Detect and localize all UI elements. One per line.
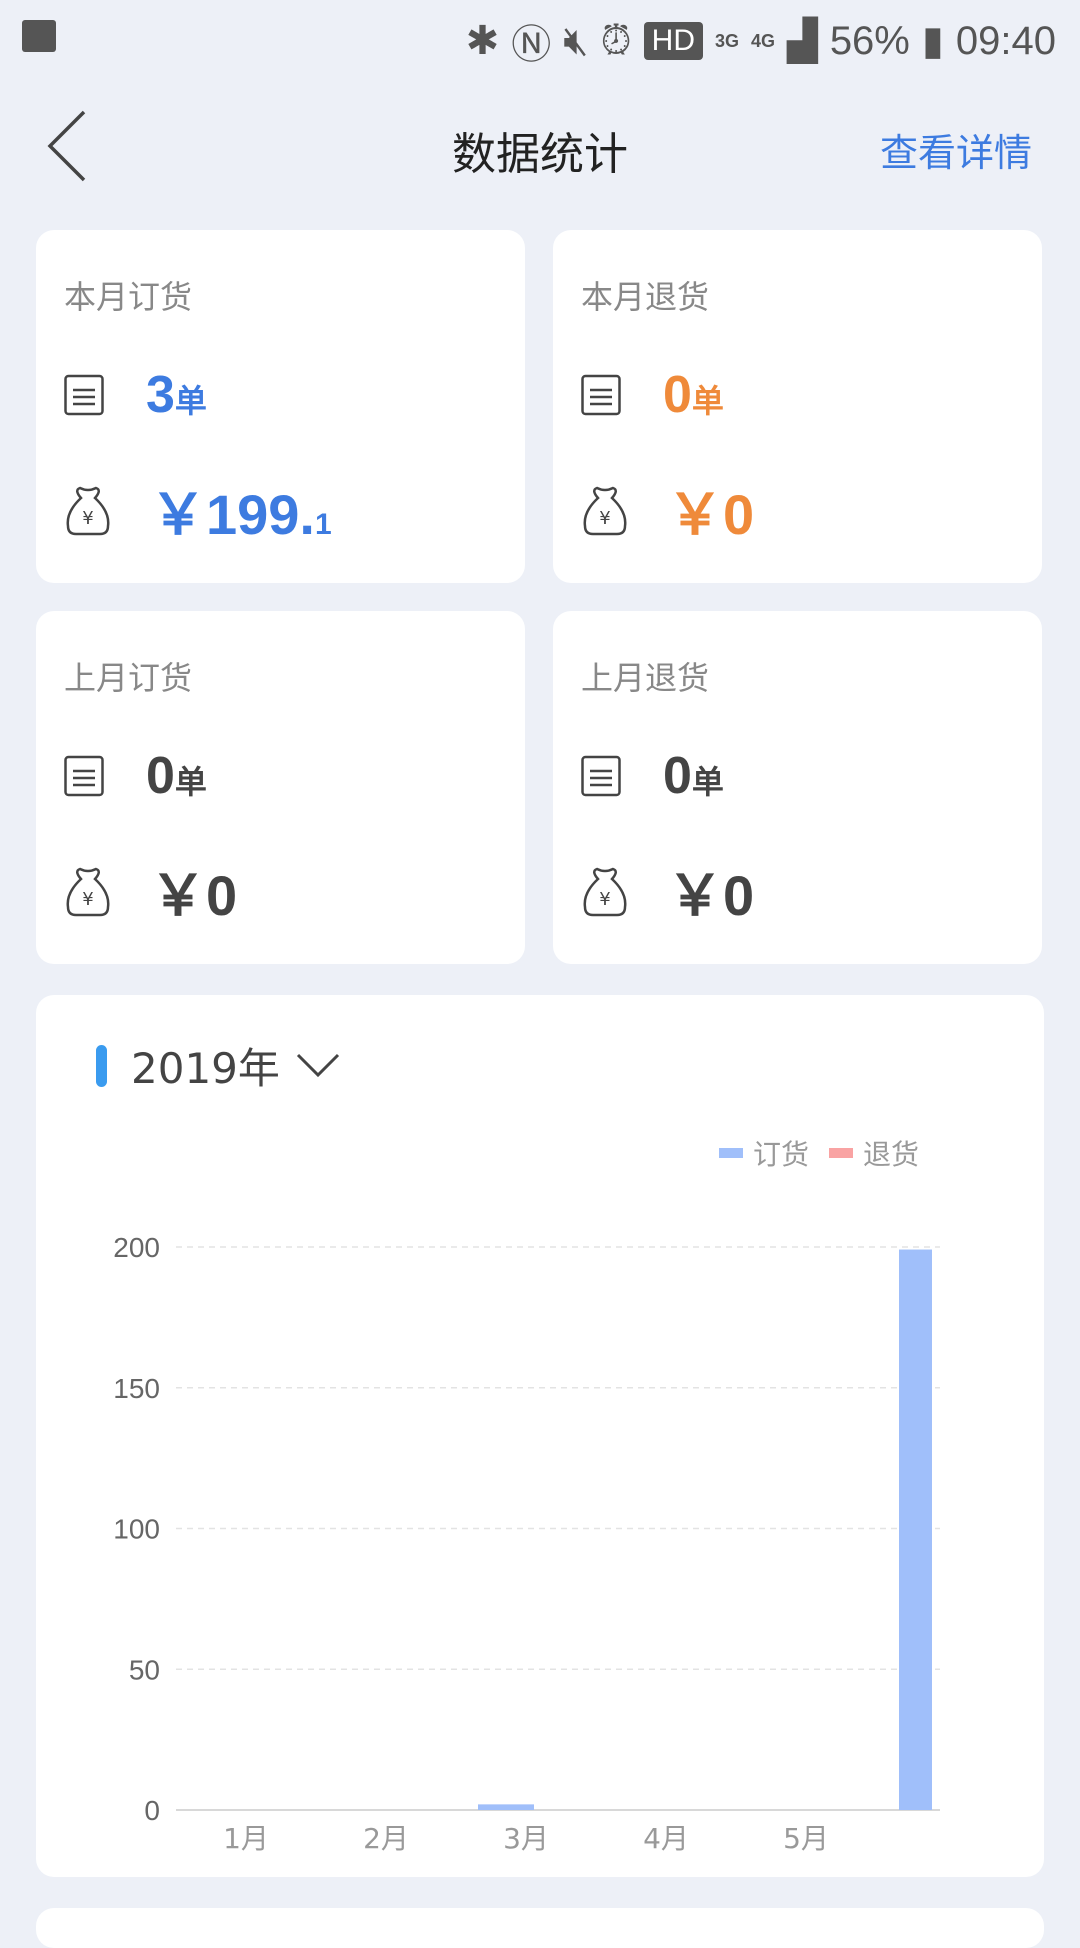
order-amount: ￥0: [150, 864, 238, 927]
stat-card: 本月订货 3单 ¥ ￥199.1: [36, 230, 525, 583]
mute-icon: 🔇︎: [563, 18, 589, 63]
view-details-link[interactable]: 查看详情: [880, 122, 1032, 177]
order-list-icon: [64, 374, 104, 416]
card-label: 本月退货: [581, 278, 710, 316]
hd-badge: HD: [643, 22, 704, 60]
order-amount: ￥0: [667, 483, 755, 546]
svg-text:¥: ¥: [82, 889, 93, 910]
bar-order: [899, 1249, 932, 1810]
order-count: 0单: [663, 366, 724, 424]
signal-icon: ▟: [787, 19, 818, 63]
y-tick-label: 150: [113, 1373, 160, 1404]
y-tick-label: 0: [144, 1795, 160, 1826]
order-amount: ￥199.1: [150, 483, 332, 546]
card-label: 上月退货: [581, 659, 710, 697]
x-tick-label: 2月: [363, 1822, 409, 1855]
x-tick-label: 5月: [783, 1822, 829, 1855]
card-label: 上月订货: [64, 659, 193, 697]
y-tick-label: 100: [113, 1514, 160, 1545]
money-bag-icon: ¥: [583, 867, 627, 916]
stat-card: 上月订货 0单 ¥ ￥0: [36, 611, 525, 964]
clock: 09:40: [955, 18, 1056, 63]
battery-icon: ▮: [921, 19, 944, 63]
order-amount: ￥0: [667, 864, 755, 927]
next-card: [36, 1908, 1044, 1948]
stat-card: 本月退货 0单 ¥ ￥0: [553, 230, 1042, 583]
money-bag-icon: ¥: [66, 486, 110, 535]
card-label: 本月订货: [64, 278, 193, 316]
order-count: 3单: [146, 366, 207, 424]
x-tick-label: 1月: [223, 1822, 269, 1855]
bar-chart: 0 50 100 150 200 1月 2月 3月 4月 5月: [113, 1232, 940, 1855]
battery-percent: 56%: [829, 18, 910, 63]
money-bag-icon: ¥: [66, 867, 110, 916]
network-3g: 3G: [715, 30, 740, 51]
order-list-icon: [581, 374, 621, 416]
stat-card: 上月退货 0单 ¥ ￥0: [553, 611, 1042, 964]
alarm-icon: ⏰︎: [600, 18, 632, 63]
network-4g: 4G: [751, 30, 776, 51]
status-bar: ✱ Ⓝ 🔇︎ ⏰︎ HD 3G 4G ▟ 56% ▮ 09:40: [0, 0, 1080, 75]
image-icon: [22, 20, 56, 52]
order-count: 0单: [663, 747, 724, 805]
chart-card: 2019年 订货 退货 0 50 100 150 200 1月 2月 3月 4月 5月: [36, 995, 1044, 1877]
money-bag-icon: ¥: [583, 486, 627, 535]
svg-text:¥: ¥: [82, 508, 93, 529]
bar-order: [478, 1804, 534, 1810]
x-tick-label: 4月: [643, 1822, 689, 1855]
order-list-icon: [581, 755, 621, 797]
y-tick-label: 200: [113, 1232, 160, 1263]
nfc-icon: Ⓝ: [511, 23, 552, 67]
order-count: 0单: [146, 747, 207, 805]
bluetooth-icon: ✱: [465, 19, 500, 63]
y-tick-label: 50: [129, 1654, 160, 1685]
svg-text:¥: ¥: [599, 889, 610, 910]
order-list-icon: [64, 755, 104, 797]
svg-text:¥: ¥: [599, 508, 610, 529]
x-tick-label: 3月: [503, 1822, 549, 1855]
